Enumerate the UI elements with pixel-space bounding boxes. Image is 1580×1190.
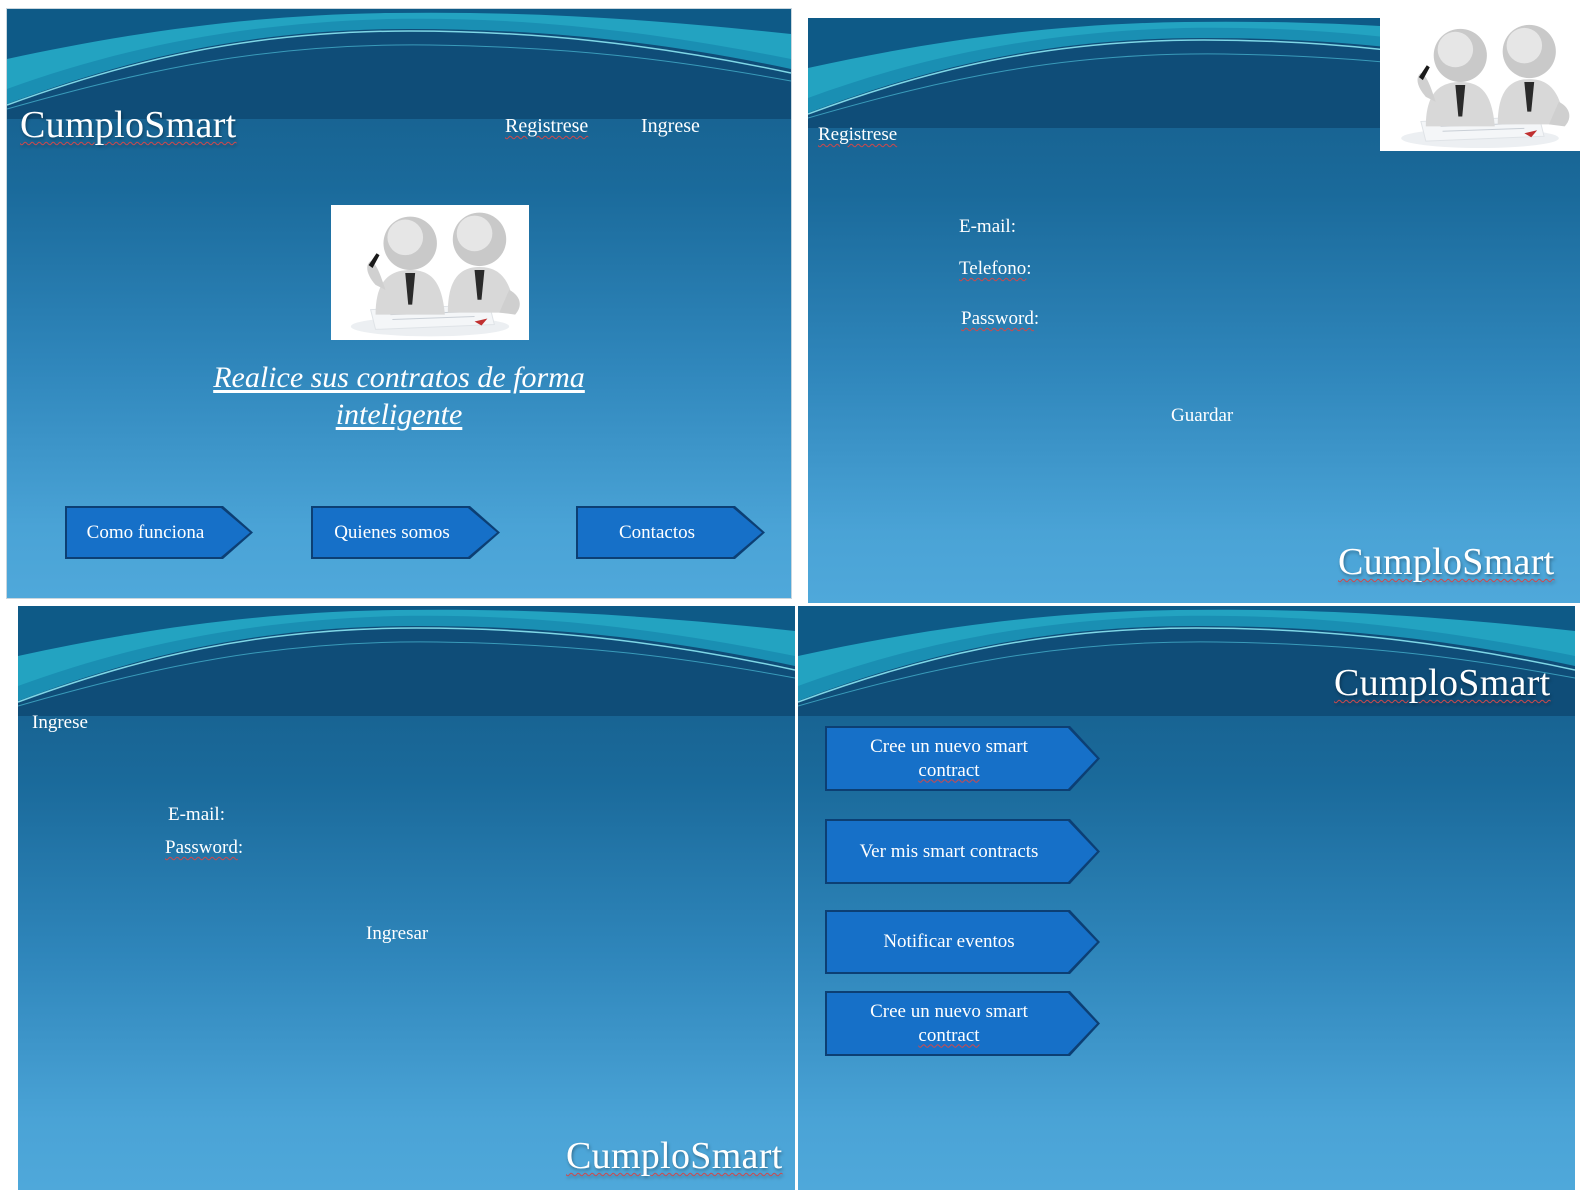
- login-title: Ingrese: [32, 712, 88, 733]
- register-title: Registrese: [818, 124, 898, 145]
- business-people-image: [1380, 18, 1580, 151]
- create-contract-2-label-line-2: contract: [918, 1024, 980, 1046]
- how-it-works-button[interactable]: Como funciona: [65, 506, 253, 559]
- password-label-text: Password: [961, 308, 1034, 329]
- business-people-image: [331, 205, 529, 340]
- phone-label-colon: :: [1026, 258, 1032, 279]
- password-label-colon: :: [1033, 308, 1040, 329]
- login-submit-button[interactable]: Ingresar: [366, 923, 428, 945]
- brand-logo[interactable]: CumploSmart: [1338, 540, 1555, 584]
- create-contract-label-line-1: Cree un nuevo smart: [870, 735, 1028, 757]
- contacts-button[interactable]: Contactos: [576, 506, 765, 559]
- view-contracts-button[interactable]: Ver mis smart contracts: [825, 819, 1100, 884]
- tagline: Realice sus contratos de forma inteligen…: [7, 359, 791, 433]
- create-contract-label-line-2: contract: [918, 759, 980, 781]
- create-contract-2-label-line-1: Cree un nuevo smart: [870, 1000, 1028, 1022]
- header-wave-decoration: [18, 606, 795, 716]
- phone-label-text: Telefono: [959, 258, 1027, 279]
- email-label: E-mail:: [168, 804, 225, 825]
- password-label: Password:: [961, 308, 1039, 330]
- create-contract-button-2[interactable]: Cree un nuevo smart contract: [825, 991, 1100, 1056]
- create-contract-label-2: Cree un nuevo smart contract: [827, 993, 1097, 1054]
- tagline-line-2: inteligente: [335, 398, 463, 431]
- contacts-label: Contactos: [578, 508, 762, 557]
- notify-events-button[interactable]: Notificar eventos: [825, 910, 1100, 974]
- brand-logo[interactable]: CumploSmart: [20, 103, 237, 147]
- phone-label: Telefono:: [959, 258, 1032, 280]
- about-us-button[interactable]: Quienes somos: [311, 506, 500, 559]
- password-label-text: Password: [165, 837, 238, 858]
- how-it-works-label: Como funciona: [67, 508, 250, 557]
- brand-logo[interactable]: CumploSmart: [1334, 661, 1551, 705]
- view-contracts-label: Ver mis smart contracts: [827, 821, 1097, 882]
- notify-events-label: Notificar eventos: [827, 912, 1097, 972]
- create-contract-label: Cree un nuevo smart contract: [827, 728, 1097, 789]
- create-contract-button[interactable]: Cree un nuevo smart contract: [825, 726, 1100, 791]
- password-label: Password:: [165, 837, 243, 859]
- nav-login-link[interactable]: Ingrese: [641, 115, 700, 138]
- nav-register-link[interactable]: Registrese: [505, 115, 588, 138]
- password-label-colon: :: [237, 837, 244, 858]
- login-screen: Ingrese E-mail: Password: Ingresar Cumpl…: [18, 606, 795, 1190]
- register-screen: Registrese E-mail: Telefono: Password: G…: [808, 18, 1580, 603]
- brand-logo[interactable]: CumploSmart: [566, 1134, 783, 1178]
- tagline-line-1: Realice sus contratos de forma: [213, 361, 585, 394]
- about-us-label: Quienes somos: [313, 508, 497, 557]
- email-label: E-mail:: [959, 216, 1016, 237]
- save-button[interactable]: Guardar: [1171, 405, 1233, 427]
- dashboard-screen: CumploSmart Cree un nuevo smart contract …: [798, 606, 1575, 1190]
- home-screen: CumploSmart Registrese Ingrese Realice s…: [6, 8, 792, 599]
